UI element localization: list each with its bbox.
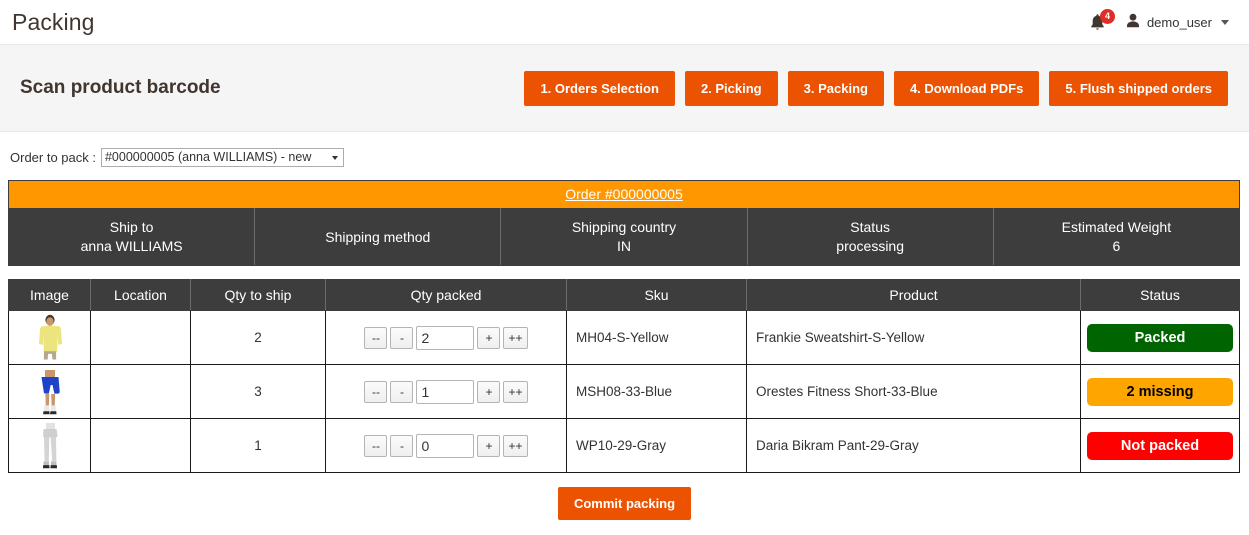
qty-increment-button[interactable]: + xyxy=(477,326,501,349)
order-info-estimated-weight: Estimated Weight 6 xyxy=(992,208,1241,266)
status-badge[interactable]: Not packed xyxy=(1087,431,1233,460)
order-banner-cell: Order #000000005 xyxy=(8,180,1240,209)
notification-count-badge: 4 xyxy=(1099,9,1115,24)
order-info-ship-to: Ship to anna WILLIAMS xyxy=(7,208,256,266)
order-to-pack-select[interactable]: #000000005 (anna WILLIAMS) - new xyxy=(100,148,344,167)
qty-decrement-button[interactable]: - xyxy=(390,380,414,403)
cell-location xyxy=(90,418,191,473)
order-info-row: Ship to anna WILLIAMS Shipping method Sh… xyxy=(7,208,1241,266)
qty-increment-button[interactable]: + xyxy=(477,434,501,457)
cell-qty-packed: -- - + ++ xyxy=(325,364,567,419)
cell-sku: MSH08-33-Blue xyxy=(566,364,747,419)
qty-decrement-all-button[interactable]: -- xyxy=(364,326,388,349)
nav-button-flush-shipped-orders[interactable]: 5. Flush shipped orders xyxy=(1049,70,1228,106)
gray-pant-thumbnail xyxy=(32,420,67,471)
cell-image xyxy=(8,364,91,419)
cell-location xyxy=(90,310,191,365)
cell-status: Not packed xyxy=(1080,418,1240,473)
cell-location xyxy=(90,364,191,419)
cell-qty-to-ship: 1 xyxy=(190,418,326,473)
order-info-value: IN xyxy=(616,238,631,254)
qty-decrement-button[interactable]: - xyxy=(390,326,414,349)
nav-button-download-pdfs[interactable]: 4. Download PDFs xyxy=(893,70,1040,106)
nav-button-orders-selection[interactable]: 1. Orders Selection xyxy=(524,70,675,106)
quantity-stepper: -- - + ++ xyxy=(332,433,560,458)
cell-qty-to-ship: 2 xyxy=(190,310,326,365)
qty-packed-input[interactable] xyxy=(416,325,475,350)
order-summary-table: Order #000000005 Ship to anna WILLIAMS S… xyxy=(7,180,1241,266)
order-select-wrapper: #000000005 (anna WILLIAMS) - new xyxy=(100,148,344,167)
table-row: 1 -- - + ++ WP10-29-Gray Daria Bikram Pa… xyxy=(8,418,1240,473)
order-info-status: Status processing xyxy=(746,208,994,266)
quantity-stepper: -- - + ++ xyxy=(332,325,560,350)
qty-decrement-all-button[interactable]: -- xyxy=(364,434,388,457)
column-header-image: Image xyxy=(8,279,91,311)
column-header-qty-packed: Qty packed xyxy=(325,279,567,311)
yellow-sweatshirt-thumbnail xyxy=(32,312,67,363)
cell-status: 2 missing xyxy=(1080,364,1240,419)
order-info-label: Ship to xyxy=(109,219,154,235)
cell-qty-packed: -- - + ++ xyxy=(325,418,567,473)
user-menu[interactable]: demo_user xyxy=(1126,13,1229,31)
column-header-sku: Sku xyxy=(566,279,747,311)
status-badge[interactable]: Packed xyxy=(1087,323,1233,352)
qty-packed-input[interactable] xyxy=(416,433,475,458)
column-header-location: Location xyxy=(90,279,191,311)
bell-icon[interactable]: 4 xyxy=(1088,9,1115,33)
qty-increment-all-button[interactable]: ++ xyxy=(503,326,528,349)
order-info-value: 6 xyxy=(1112,238,1121,254)
cell-status: Packed xyxy=(1080,310,1240,365)
cell-qty-to-ship: 3 xyxy=(190,364,326,419)
chevron-down-icon xyxy=(1221,19,1229,25)
cell-sku: WP10-29-Gray xyxy=(566,418,747,473)
order-info-label: Shipping method xyxy=(325,228,431,245)
order-info-label: Status xyxy=(850,219,890,235)
scan-panel: Scan product barcode 1. Orders Selection… xyxy=(0,44,1249,132)
commit-packing-button[interactable]: Commit packing xyxy=(557,487,692,520)
cell-sku: MH04-S-Yellow xyxy=(566,310,747,365)
order-info-shipping-method: Shipping method xyxy=(254,208,502,266)
order-info-shipping-country: Shipping country IN xyxy=(500,208,748,266)
qty-decrement-button[interactable]: - xyxy=(390,434,414,457)
cell-product: Frankie Sweatshirt-S-Yellow xyxy=(746,310,1081,365)
order-number-link[interactable]: Order #000000005 xyxy=(565,186,683,202)
order-info-label: Estimated Weight xyxy=(1061,219,1172,235)
cell-product: Daria Bikram Pant-29-Gray xyxy=(746,418,1081,473)
order-selector-label: Order to pack : xyxy=(10,150,96,165)
order-selector-row: Order to pack : #000000005 (anna WILLIAM… xyxy=(0,132,1249,167)
commit-section: Commit packing xyxy=(0,487,1249,520)
order-info-value: processing xyxy=(836,238,904,254)
items-table-header-row: Image Location Qty to ship Qty packed Sk… xyxy=(8,279,1240,311)
page-title: Packing xyxy=(12,8,95,35)
table-row: 3 -- - + ++ MSH08-33-Blue Orestes Fitnes… xyxy=(8,364,1240,419)
status-badge[interactable]: 2 missing xyxy=(1087,377,1233,406)
cell-qty-packed: -- - + ++ xyxy=(325,310,567,365)
qty-increment-button[interactable]: + xyxy=(477,380,501,403)
nav-button-packing[interactable]: 3. Packing xyxy=(787,70,884,106)
qty-decrement-all-button[interactable]: -- xyxy=(364,380,388,403)
cell-image xyxy=(8,418,91,473)
top-bar: Packing 4 demo_user xyxy=(0,0,1249,44)
top-bar-right: 4 demo_user xyxy=(1088,9,1237,33)
user-icon xyxy=(1126,13,1140,31)
qty-packed-input[interactable] xyxy=(416,379,475,404)
qty-increment-all-button[interactable]: ++ xyxy=(503,380,528,403)
scan-panel-title: Scan product barcode xyxy=(20,77,221,98)
packing-items-table: Image Location Qty to ship Qty packed Sk… xyxy=(8,279,1240,473)
nav-button-picking[interactable]: 2. Picking xyxy=(684,70,778,106)
table-row: 2 -- - + ++ MH04-S-Yellow Frankie Sweats… xyxy=(8,310,1240,365)
user-name-label: demo_user xyxy=(1146,14,1212,30)
column-header-status: Status xyxy=(1080,279,1240,311)
qty-increment-all-button[interactable]: ++ xyxy=(503,434,528,457)
workflow-nav-buttons: 1. Orders Selection 2. Picking 3. Packin… xyxy=(524,70,1229,106)
column-header-product: Product xyxy=(746,279,1081,311)
cell-product: Orestes Fitness Short-33-Blue xyxy=(746,364,1081,419)
cell-image xyxy=(8,310,91,365)
order-banner-row: Order #000000005 xyxy=(8,180,1240,209)
blue-shorts-thumbnail xyxy=(32,366,67,417)
quantity-stepper: -- - + ++ xyxy=(332,379,560,404)
order-info-label: Shipping country xyxy=(571,219,677,235)
column-header-qty-to-ship: Qty to ship xyxy=(190,279,326,311)
order-info-value: anna WILLIAMS xyxy=(80,238,183,254)
